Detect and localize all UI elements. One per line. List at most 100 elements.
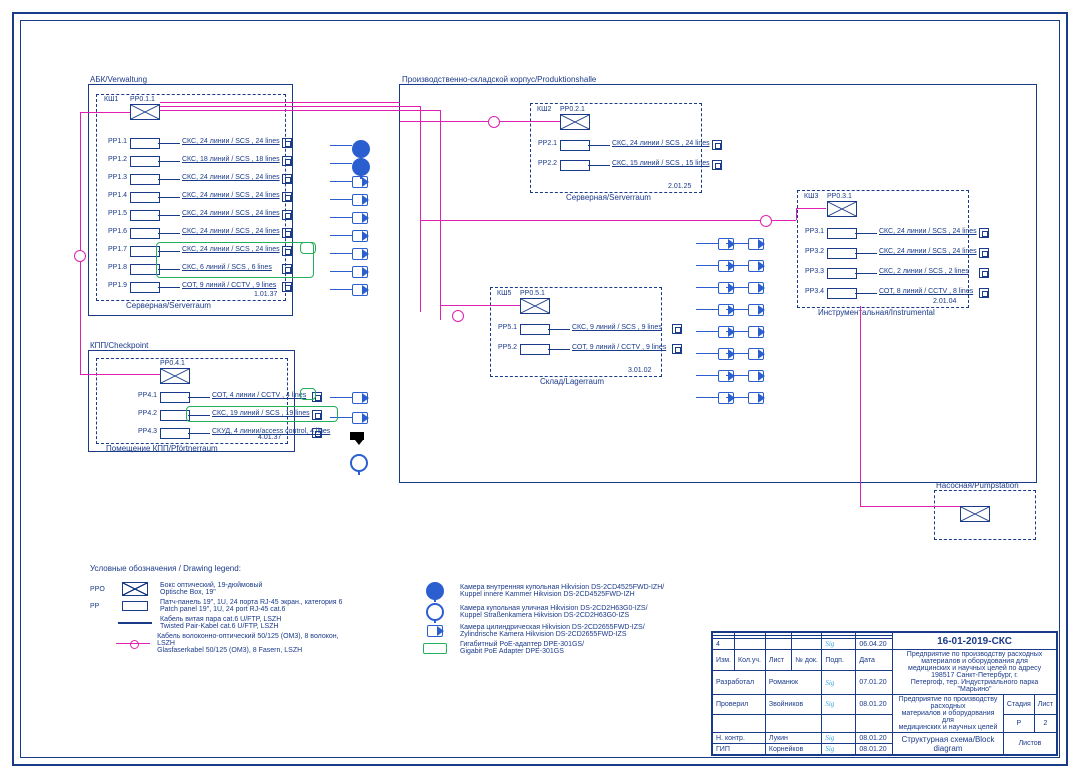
- pp-wire: [158, 287, 180, 288]
- fo-a1: [80, 112, 130, 113]
- n-nk: Лукин: [765, 733, 821, 744]
- leg-dome1-txt: Камера внутренняя купольная Hikvision DS…: [460, 584, 664, 598]
- bullet-camera-icon: [718, 348, 734, 360]
- bullet-camera-icon: [718, 392, 734, 404]
- cam-wire: [330, 253, 352, 254]
- pp-wire: [548, 329, 570, 330]
- leg-utp-txt: Кабель витая пара cat.6 U/FTP, LSZH Twis…: [160, 616, 281, 630]
- prod-title: Производственно-складской корпус/Produkt…: [402, 75, 596, 84]
- cam-wire: [330, 181, 352, 182]
- bullet-camera-icon: [718, 238, 734, 250]
- pp-box: [827, 268, 857, 279]
- abk-title: АБК/Verwaltung: [90, 75, 147, 84]
- pp-label: PP4.3: [138, 428, 157, 435]
- pp-line-label: СКС, 18 линий / SCS , 18 lines: [182, 156, 280, 163]
- abk-optic-box: [130, 104, 160, 120]
- pp-wire: [588, 145, 610, 146]
- srv2-room: [530, 103, 702, 193]
- pp-wire: [158, 179, 180, 180]
- pp-label: PP1.3: [108, 174, 127, 181]
- pp-wire: [548, 349, 570, 350]
- ps1: Предприятие по производству расходных: [899, 696, 998, 710]
- fo-to-sklad: [440, 305, 520, 306]
- pp-label: PP1.5: [108, 210, 127, 217]
- sklad-room: [490, 287, 662, 377]
- pp-label: PP1.1: [108, 138, 127, 145]
- socket-icon: [282, 210, 292, 220]
- pp-box: [520, 344, 550, 355]
- bullet-camera-icon: [718, 304, 734, 316]
- cam-wire: [726, 375, 748, 376]
- bullet-camera-icon: [718, 326, 734, 338]
- srv2-rack: КШ2: [537, 106, 551, 113]
- bullet-camera-icon: [352, 194, 368, 206]
- cam-wire: [330, 289, 352, 290]
- pump-title: Насосная/Pumpstation: [936, 481, 1019, 490]
- bullet-camera-icon: [748, 370, 764, 382]
- cam-wire: [726, 287, 748, 288]
- socket-icon: [282, 156, 292, 166]
- socket-icon: [979, 248, 989, 258]
- bullet-camera-icon: [748, 304, 764, 316]
- cam-wire: [330, 145, 352, 146]
- pp-label: PP3.3: [805, 268, 824, 275]
- r-data: Дата: [856, 650, 893, 671]
- c-stadia: Стадия: [1003, 695, 1034, 715]
- pp-line-label: СКС, 24 линии / SCS , 24 lines: [879, 228, 977, 235]
- socket-icon: [282, 228, 292, 238]
- pp-line-label: СКС, 24 линии / SCS , 24 lines: [182, 174, 280, 181]
- pp-wire: [158, 143, 180, 144]
- pp-label: PP3.2: [805, 248, 824, 255]
- pp-line-label: СКС, 24 линии / SCS , 24 lines: [182, 192, 280, 199]
- pp-wire: [855, 253, 877, 254]
- leg-ppo-txt: Бокс оптический, 19-дюймовый Optische Bo…: [160, 582, 262, 596]
- pp-wire: [855, 293, 877, 294]
- pp-line-label: СКС, 15 линий / SCS , 15 lines: [612, 160, 710, 167]
- cam-wire: [726, 353, 748, 354]
- cam-wire: [696, 375, 718, 376]
- legend: Условные обозначения / Drawing legend: P…: [90, 564, 740, 658]
- cam-wire: [696, 353, 718, 354]
- pp-line-label: СКС, 24 линии / SCS , 24 lines: [182, 138, 280, 145]
- bullet-camera-icon: [718, 260, 734, 272]
- fo-top2: [160, 106, 420, 107]
- pp-box: [827, 288, 857, 299]
- cam-wire: [696, 243, 718, 244]
- srv2-pp0: PP0.2.1: [560, 106, 585, 113]
- pp-line-label: СОТ, 4 линии / CCTV , 4 lines: [212, 392, 306, 399]
- cam-wire: [330, 271, 352, 272]
- fo-to-instr: [420, 220, 796, 221]
- pp-box: [130, 228, 160, 239]
- pp-box: [520, 324, 550, 335]
- d3: 08.01.20: [856, 733, 893, 744]
- leg-cam-txt: Камера цилиндрическая Hikvision DS-2CD26…: [460, 624, 645, 638]
- pp-box: [130, 192, 160, 203]
- cam-wire: [330, 397, 352, 398]
- bullet-camera-icon: [718, 282, 734, 294]
- instr-pp0: PP0.3.1: [827, 193, 852, 200]
- socket-icon: [979, 268, 989, 278]
- pp-label: PP2.1: [538, 140, 557, 147]
- cam-wire: [726, 243, 748, 244]
- pp-wire: [855, 273, 877, 274]
- bullet-camera-icon: [352, 230, 368, 242]
- pp-label: PP1.2: [108, 156, 127, 163]
- proj2: медицинских и научных целей по адресу 19…: [908, 665, 1041, 679]
- leg-poe-txt: Гигабитный PoE-адаптер DPE-301GS/ Gigabi…: [460, 641, 584, 655]
- cam-wire: [330, 163, 352, 164]
- leg-ppo-lbl: PPO: [90, 586, 110, 593]
- leg-fo-icon: [116, 643, 150, 645]
- bullet-camera-icon: [748, 238, 764, 250]
- fo-v1: [420, 106, 421, 312]
- sklad-title: Склад/Lagerraum: [540, 377, 604, 386]
- fo-to-pump-v: [860, 306, 861, 506]
- pp-box: [130, 210, 160, 221]
- r-list: Лист: [765, 650, 792, 671]
- pp-line-label: СКС, 24 линии / SCS , 24 lines: [182, 210, 280, 217]
- n-prov: Звойников: [765, 695, 821, 715]
- leg-pp-icon: [122, 601, 148, 611]
- sklad-pp0: PP0.5.1: [520, 290, 545, 297]
- poe-adapter-icon: [300, 388, 316, 400]
- proj3: Петергоф, тер. Индустриального парка "Ма…: [911, 679, 1039, 693]
- legend-title: Условные обозначения / Drawing legend:: [90, 564, 740, 573]
